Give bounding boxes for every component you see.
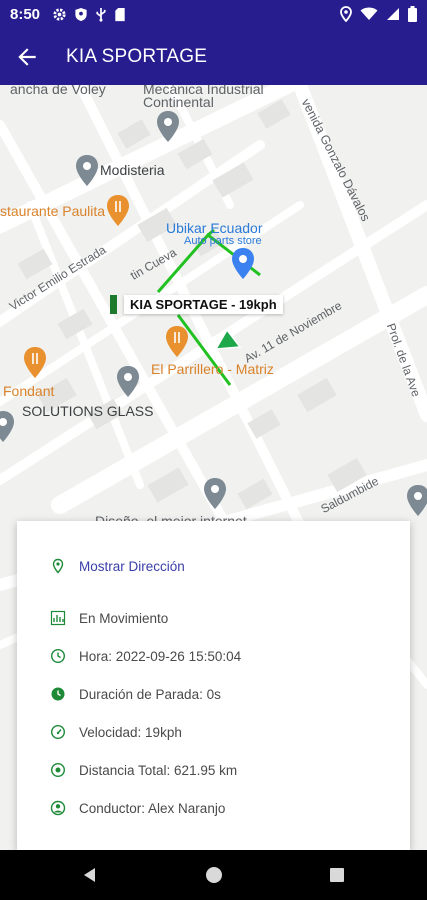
status-time: 8:50 xyxy=(10,6,41,23)
nav-back-icon[interactable] xyxy=(81,866,99,884)
arrow-back-icon[interactable] xyxy=(14,44,40,70)
show-address-row[interactable]: Mostrar Dirección xyxy=(50,555,185,577)
time-row: Hora: 2022-09-26 15:50:04 xyxy=(50,645,241,667)
status-bar: 8:50 xyxy=(0,0,427,30)
settings-icon xyxy=(53,8,66,21)
driver-icon xyxy=(50,800,66,816)
map-label-continental: Continental xyxy=(143,94,214,110)
status-left-icons xyxy=(52,7,126,22)
stop-duration-icon xyxy=(51,687,65,701)
map-label-ubikar: Ubikar Ecuador xyxy=(166,220,263,236)
app-bar: KIA SPORTAGE xyxy=(0,30,427,85)
map-label-autoparts: Auto parts store xyxy=(184,235,262,247)
vehicle-marker-label[interactable]: KIA SPORTAGE - 19kph xyxy=(124,295,283,314)
distance-row: Distancia Total: 621.95 km xyxy=(50,759,237,781)
nav-recents-icon[interactable] xyxy=(328,866,346,884)
driver-row: Conductor: Alex Naranjo xyxy=(50,797,225,819)
status-right-icons xyxy=(340,6,417,22)
map-label-parrillero: El Parrillero - Matriz xyxy=(151,361,274,377)
map-label-modisteria: Modisteria xyxy=(100,162,165,178)
chart-icon xyxy=(50,610,66,626)
driver-text: Conductor: Alex Naranjo xyxy=(79,800,226,816)
stop-duration-row: Duración de Parada: 0s xyxy=(50,683,221,705)
stop-duration-text: Duración de Parada: 0s xyxy=(79,686,221,702)
vehicle-info-card: Mostrar Dirección En Movimiento Hora: 20… xyxy=(17,521,410,850)
usb-icon xyxy=(96,7,106,22)
map-label-paulita: staurante Paulita xyxy=(0,203,106,219)
map-label-cancha: ancha de Voley xyxy=(10,85,106,97)
distance-icon xyxy=(50,762,66,778)
show-address-link[interactable]: Mostrar Dirección xyxy=(79,559,185,574)
map-label-fondant: Fondant xyxy=(3,383,55,399)
clock-icon xyxy=(50,648,66,664)
sd-card-icon xyxy=(115,7,125,22)
status-text: En Movimiento xyxy=(79,610,169,626)
system-nav-bar xyxy=(0,850,427,900)
speed-text: Velocidad: 19kph xyxy=(79,724,182,740)
page-title: KIA SPORTAGE xyxy=(66,46,208,67)
speedometer-icon xyxy=(50,724,66,740)
status-row: En Movimiento xyxy=(50,607,168,629)
nav-home-icon[interactable] xyxy=(205,866,223,884)
speed-row: Velocidad: 19kph xyxy=(50,721,182,743)
distance-text: Distancia Total: 621.95 km xyxy=(79,762,238,778)
time-text: Hora: 2022-09-26 15:50:04 xyxy=(79,648,242,664)
location-pin-icon xyxy=(52,558,64,574)
location-icon xyxy=(340,6,352,22)
battery-icon xyxy=(408,6,417,22)
wifi-icon xyxy=(360,7,378,20)
map-label-solutions: SOLUTIONS GLASS xyxy=(22,403,154,419)
shield-icon xyxy=(75,7,87,22)
signal-icon xyxy=(387,8,399,20)
